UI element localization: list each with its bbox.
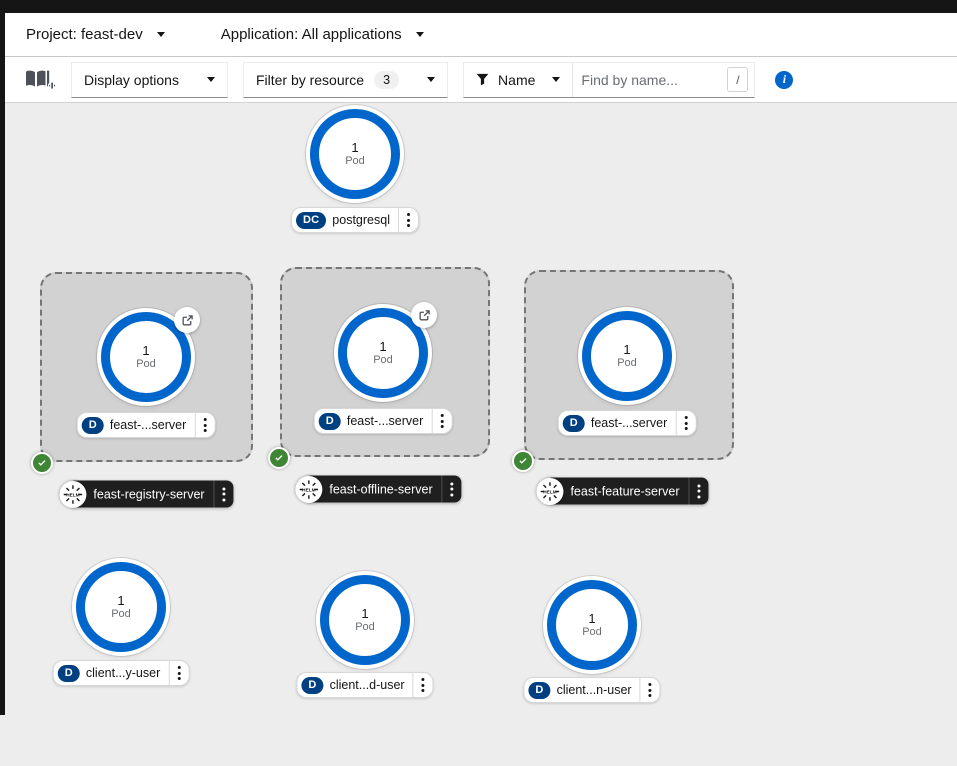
find-by-name-input[interactable]	[575, 71, 728, 88]
helm-badge-icon: HELM	[295, 475, 323, 503]
pod-unit: Pod	[355, 621, 375, 634]
pod-count: 1	[361, 605, 369, 621]
helm-release-label-feast-registry-server[interactable]: HELM feast-registry-server	[59, 480, 234, 508]
node-label-feast-registry[interactable]: D feast-...server	[76, 412, 216, 438]
chevron-down-icon	[206, 77, 215, 82]
display-options-label: Display options	[84, 71, 179, 88]
quick-search-book-icon[interactable]	[24, 67, 56, 93]
project-dropdown[interactable]: Project: feast-dev	[26, 26, 165, 43]
pod-unit: Pod	[136, 358, 156, 371]
helm-status-success-icon	[268, 447, 290, 469]
kebab-menu[interactable]	[397, 208, 418, 232]
kebab-menu[interactable]	[168, 661, 188, 685]
resource-badge-d: D	[528, 681, 551, 699]
filter-funnel-icon	[476, 73, 489, 86]
pod-count: 1	[623, 341, 631, 357]
open-url-button[interactable]	[411, 302, 437, 328]
external-link-icon	[182, 314, 193, 325]
chevron-down-icon	[552, 77, 561, 82]
pod-count: 1	[379, 338, 387, 354]
pod-unit: Pod	[373, 354, 393, 367]
project-dropdown-label: Project: feast-dev	[26, 26, 143, 43]
pod-unit: Pod	[582, 626, 602, 639]
kebab-menu[interactable]	[639, 678, 660, 702]
kebab-menu[interactable]	[194, 413, 214, 437]
helm-badge-icon: HELM	[59, 480, 87, 508]
open-url-button[interactable]	[174, 307, 200, 333]
workload-node-feast-feature[interactable]: 1 Pod	[582, 311, 672, 401]
resource-badge-d: D	[301, 676, 324, 694]
helm-badge-icon: HELM	[536, 477, 564, 505]
pod-unit: Pod	[111, 608, 131, 621]
topology-toolbar: Display options Filter by resource 3 Nam…	[5, 57, 957, 103]
info-icon[interactable]: i	[775, 70, 794, 89]
node-name: feast-...server	[109, 418, 187, 432]
kebab-menu[interactable]	[431, 409, 451, 433]
application-dropdown-label: Application: All applications	[220, 26, 402, 43]
node-name: feast-...server	[346, 414, 424, 428]
svg-text:HELM: HELM	[302, 487, 315, 493]
node-label-client-feature-user[interactable]: D client...n-user	[523, 677, 661, 703]
node-name: client...n-user	[556, 683, 632, 697]
node-label-postgresql[interactable]: DC postgresql	[291, 207, 419, 233]
keyboard-shortcut-hint: /	[727, 67, 749, 92]
node-name: postgresql	[332, 213, 390, 227]
window-top-edge	[0, 0, 957, 13]
display-options-dropdown[interactable]: Display options	[71, 61, 228, 98]
helm-release-name: feast-registry-server	[93, 487, 205, 501]
workload-node-client-registry-user[interactable]: 1 Pod	[76, 562, 166, 652]
workload-node-client-feature-user[interactable]: 1 Pod	[547, 580, 637, 670]
helm-release-label-feast-offline-server[interactable]: HELM feast-offline-server	[295, 475, 462, 503]
pod-count: 1	[351, 139, 359, 155]
chevron-down-icon	[427, 77, 436, 82]
helm-status-success-icon	[512, 450, 534, 472]
workload-node-client-offline-user[interactable]: 1 Pod	[320, 575, 410, 665]
external-link-icon	[419, 309, 430, 320]
kebab-menu[interactable]	[412, 673, 433, 697]
resource-badge-dc: DC	[296, 211, 327, 229]
helm-status-success-icon	[31, 452, 53, 474]
kebab-menu[interactable]	[213, 480, 234, 508]
resource-badge-d: D	[57, 664, 80, 682]
kebab-menu[interactable]	[675, 411, 695, 435]
svg-text:HELM: HELM	[543, 489, 556, 495]
resource-badge-d: D	[562, 414, 585, 432]
pod-unit: Pod	[345, 155, 365, 168]
pod-count: 1	[142, 342, 150, 358]
workload-node-postgresql[interactable]: 1 Pod	[310, 109, 400, 199]
topology-canvas[interactable]: 1 Pod DC postgresql 1 Pod D feast-...ser…	[5, 103, 957, 766]
filter-by-resource-dropdown[interactable]: Filter by resource 3	[242, 61, 449, 98]
node-name: feast-...server	[590, 416, 668, 430]
chevron-down-icon	[156, 32, 165, 37]
helm-release-label-feast-feature-server[interactable]: HELM feast-feature-server	[536, 477, 709, 505]
node-label-client-registry-user[interactable]: D client...y-user	[52, 660, 190, 686]
kebab-menu[interactable]	[441, 475, 462, 503]
node-label-feast-feature[interactable]: D feast-...server	[557, 410, 697, 436]
pod-count: 1	[117, 592, 125, 608]
search-input-wrap: /	[573, 67, 754, 92]
application-dropdown[interactable]: Application: All applications	[221, 26, 424, 43]
svg-text:HELM: HELM	[66, 492, 79, 498]
name-filter-group: Name /	[463, 61, 756, 98]
node-label-client-offline-user[interactable]: D client...d-user	[296, 672, 434, 698]
pod-count: 1	[588, 610, 596, 626]
helm-release-name: feast-offline-server	[329, 482, 433, 496]
filter-type-label: Name	[498, 71, 536, 88]
resource-badge-d: D	[81, 416, 104, 434]
kebab-menu[interactable]	[688, 477, 709, 505]
filter-count-badge: 3	[374, 70, 400, 89]
filter-by-resource-label: Filter by resource	[255, 71, 365, 88]
filter-type-dropdown[interactable]: Name	[464, 62, 574, 97]
context-bar: Project: feast-dev Application: All appl…	[5, 13, 957, 57]
node-name: client...d-user	[329, 678, 405, 692]
resource-badge-d: D	[318, 412, 341, 430]
chevron-down-icon	[415, 32, 424, 37]
node-label-feast-offline[interactable]: D feast-...server	[313, 408, 453, 434]
node-name: client...y-user	[85, 666, 161, 680]
pod-unit: Pod	[617, 357, 637, 370]
helm-release-name: feast-feature-server	[570, 484, 680, 498]
